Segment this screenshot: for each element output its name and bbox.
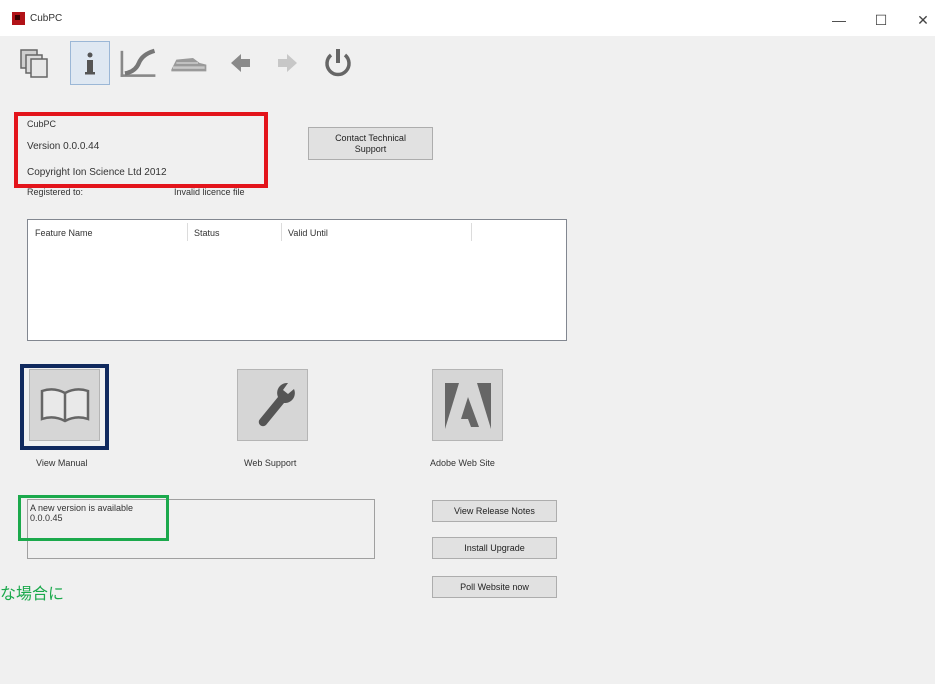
title-bar bbox=[0, 0, 935, 36]
contact-technical-support-button[interactable]: Contact Technical Support bbox=[308, 127, 433, 160]
toolbar-forward-button[interactable] bbox=[268, 41, 308, 85]
toolbar-truck-button[interactable] bbox=[168, 41, 208, 85]
column-separator bbox=[187, 223, 188, 241]
window-title: CubPC bbox=[30, 13, 63, 24]
maximize-button[interactable]: ☐ bbox=[864, 8, 898, 32]
column-separator bbox=[471, 223, 472, 241]
column-header-valid-until[interactable]: Valid Until bbox=[288, 228, 328, 238]
minimize-button[interactable]: — bbox=[822, 8, 856, 32]
forward-arrow-icon bbox=[278, 54, 297, 72]
column-header-status[interactable]: Status bbox=[194, 228, 220, 238]
toolbar-back-button[interactable] bbox=[220, 41, 260, 85]
red-highlight-box bbox=[14, 112, 268, 188]
view-manual-label: View Manual bbox=[36, 458, 88, 468]
copy-icon bbox=[20, 49, 48, 78]
back-arrow-icon bbox=[231, 54, 250, 72]
feature-list[interactable]: Feature Name Status Valid Until bbox=[27, 219, 567, 341]
column-separator bbox=[281, 223, 282, 241]
info-icon bbox=[85, 52, 95, 75]
toolbar-copy-button[interactable] bbox=[14, 41, 54, 85]
web-support-label: Web Support bbox=[244, 458, 297, 468]
install-upgrade-button[interactable]: Install Upgrade bbox=[432, 537, 557, 559]
web-support-button[interactable] bbox=[237, 369, 308, 441]
adobe-web-site-label: Adobe Web Site bbox=[430, 458, 495, 468]
truck-icon bbox=[171, 58, 207, 72]
navy-highlight-box bbox=[20, 364, 109, 450]
toolbar-power-button[interactable] bbox=[318, 41, 358, 85]
green-highlight-box bbox=[18, 495, 169, 541]
japanese-annotation-text: な場合に bbox=[0, 586, 65, 603]
toolbar-curve-button[interactable] bbox=[118, 41, 158, 85]
wrench-icon bbox=[258, 382, 295, 427]
poll-website-now-button[interactable]: Poll Website now bbox=[432, 576, 557, 598]
adobe-web-site-button[interactable] bbox=[432, 369, 503, 441]
curve-icon bbox=[120, 48, 156, 77]
app-logo-icon bbox=[12, 12, 25, 25]
toolbar-info-button[interactable] bbox=[70, 41, 110, 85]
adobe-logo-icon bbox=[444, 383, 491, 429]
registered-to-label: Registered to: bbox=[27, 187, 84, 197]
close-button[interactable]: ✕ bbox=[906, 8, 935, 32]
power-icon bbox=[325, 49, 351, 77]
view-release-notes-button[interactable]: View Release Notes bbox=[432, 500, 557, 522]
column-header-feature-name[interactable]: Feature Name bbox=[35, 228, 93, 238]
registered-to-value: Invalid licence file bbox=[174, 187, 245, 197]
